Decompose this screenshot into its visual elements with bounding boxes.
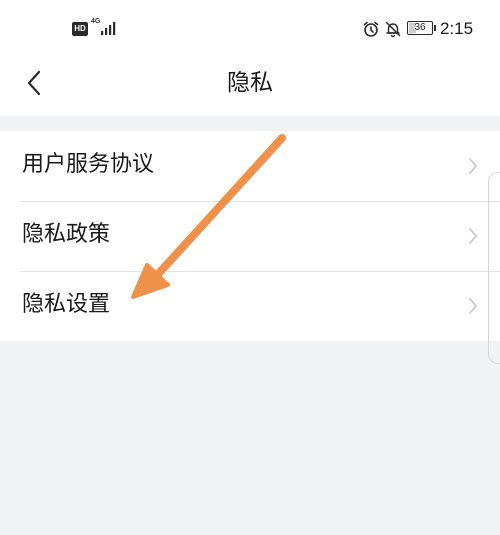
page-title: 隐私 xyxy=(227,70,273,96)
hd-badge: HD xyxy=(72,22,88,36)
app-header: 隐私 xyxy=(0,58,500,116)
status-time: 2:15 xyxy=(440,19,474,38)
chevron-right-icon xyxy=(469,298,477,314)
alarm-icon xyxy=(363,21,379,37)
list-item-privacy-settings[interactable]: 隐私设置 xyxy=(0,271,500,341)
settings-list: 用户服务协议 隐私政策 隐私设置 xyxy=(0,131,500,341)
status-bar: HD 4G 36 2:15 xyxy=(0,0,500,58)
battery-icon: 36 xyxy=(407,21,436,35)
list-item-label: 用户服务协议 xyxy=(22,152,155,177)
list-item-label: 隐私设置 xyxy=(22,292,111,317)
battery-level: 36 xyxy=(414,22,426,33)
list-item-privacy-policy[interactable]: 隐私政策 xyxy=(0,201,500,271)
network-label: 4G xyxy=(91,18,101,25)
chevron-right-icon xyxy=(469,158,477,174)
list-item-label: 隐私政策 xyxy=(22,222,111,247)
bell-off-icon xyxy=(385,21,401,38)
chevron-right-icon xyxy=(469,228,477,244)
list-item-user-agreement[interactable]: 用户服务协议 xyxy=(0,131,500,201)
edge-scroll-handle[interactable] xyxy=(488,172,500,364)
signal-icon xyxy=(101,22,116,35)
